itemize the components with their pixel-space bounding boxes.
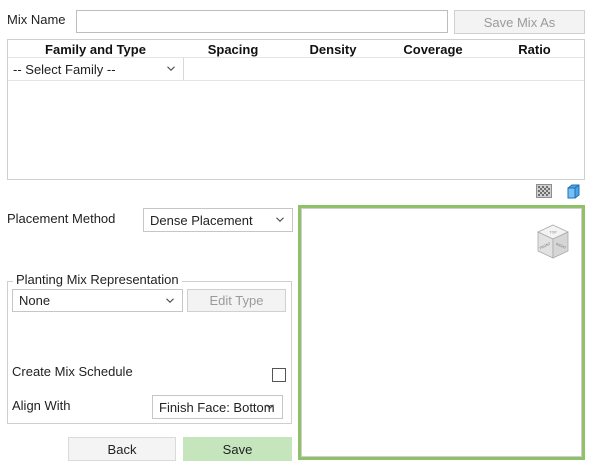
group-title: Planting Mix Representation bbox=[13, 272, 182, 287]
chevron-down-icon bbox=[167, 66, 175, 72]
texture-pattern-icon[interactable] bbox=[536, 184, 552, 198]
save-button[interactable]: Save bbox=[183, 437, 292, 461]
column-header-coverage: Coverage bbox=[403, 42, 463, 57]
save-mix-as-button[interactable]: Save Mix As bbox=[454, 10, 585, 34]
column-header-density: Density bbox=[309, 42, 357, 57]
placement-method-value: Dense Placement bbox=[150, 212, 253, 228]
chevron-down-icon bbox=[276, 217, 284, 223]
select-family-value: -- Select Family -- bbox=[13, 61, 116, 77]
create-mix-schedule-checkbox[interactable] bbox=[272, 368, 286, 382]
preview-viewport[interactable]: TOP FRONT RIGHT bbox=[298, 205, 585, 460]
select-family-dropdown[interactable]: -- Select Family -- bbox=[8, 58, 184, 80]
edit-type-button[interactable]: Edit Type bbox=[187, 289, 286, 312]
ratio-cell[interactable] bbox=[485, 58, 584, 80]
density-cell[interactable] bbox=[285, 58, 383, 80]
placement-method-dropdown[interactable]: Dense Placement bbox=[143, 208, 293, 232]
column-header-family-type: Family and Type bbox=[45, 42, 146, 57]
chevron-down-icon bbox=[166, 297, 174, 303]
column-header-ratio: Ratio bbox=[518, 42, 551, 57]
column-header-spacing: Spacing bbox=[207, 42, 259, 57]
chevron-down-icon bbox=[266, 404, 274, 410]
mix-name-input[interactable] bbox=[76, 10, 448, 33]
back-button[interactable]: Back bbox=[68, 437, 176, 461]
mix-name-label: Mix Name bbox=[7, 12, 66, 27]
representation-dropdown[interactable]: None bbox=[12, 289, 183, 312]
view-cube-top-label: TOP bbox=[548, 231, 557, 235]
representation-value: None bbox=[19, 293, 51, 308]
create-mix-schedule-label: Create Mix Schedule bbox=[12, 364, 133, 379]
coverage-cell[interactable] bbox=[385, 58, 483, 80]
table-row: -- Select Family -- bbox=[8, 57, 584, 81]
3d-box-icon[interactable] bbox=[565, 183, 581, 199]
view-cube-icon[interactable]: TOP FRONT RIGHT bbox=[533, 222, 573, 262]
align-with-label: Align With bbox=[12, 398, 71, 413]
align-with-dropdown[interactable]: Finish Face: Bottom bbox=[152, 395, 283, 419]
plant-mix-table: Family and Type Spacing Density Coverage… bbox=[7, 39, 585, 180]
spacing-cell[interactable] bbox=[185, 58, 283, 80]
align-with-value: Finish Face: Bottom bbox=[159, 399, 275, 415]
placement-method-label: Placement Method bbox=[7, 211, 116, 226]
